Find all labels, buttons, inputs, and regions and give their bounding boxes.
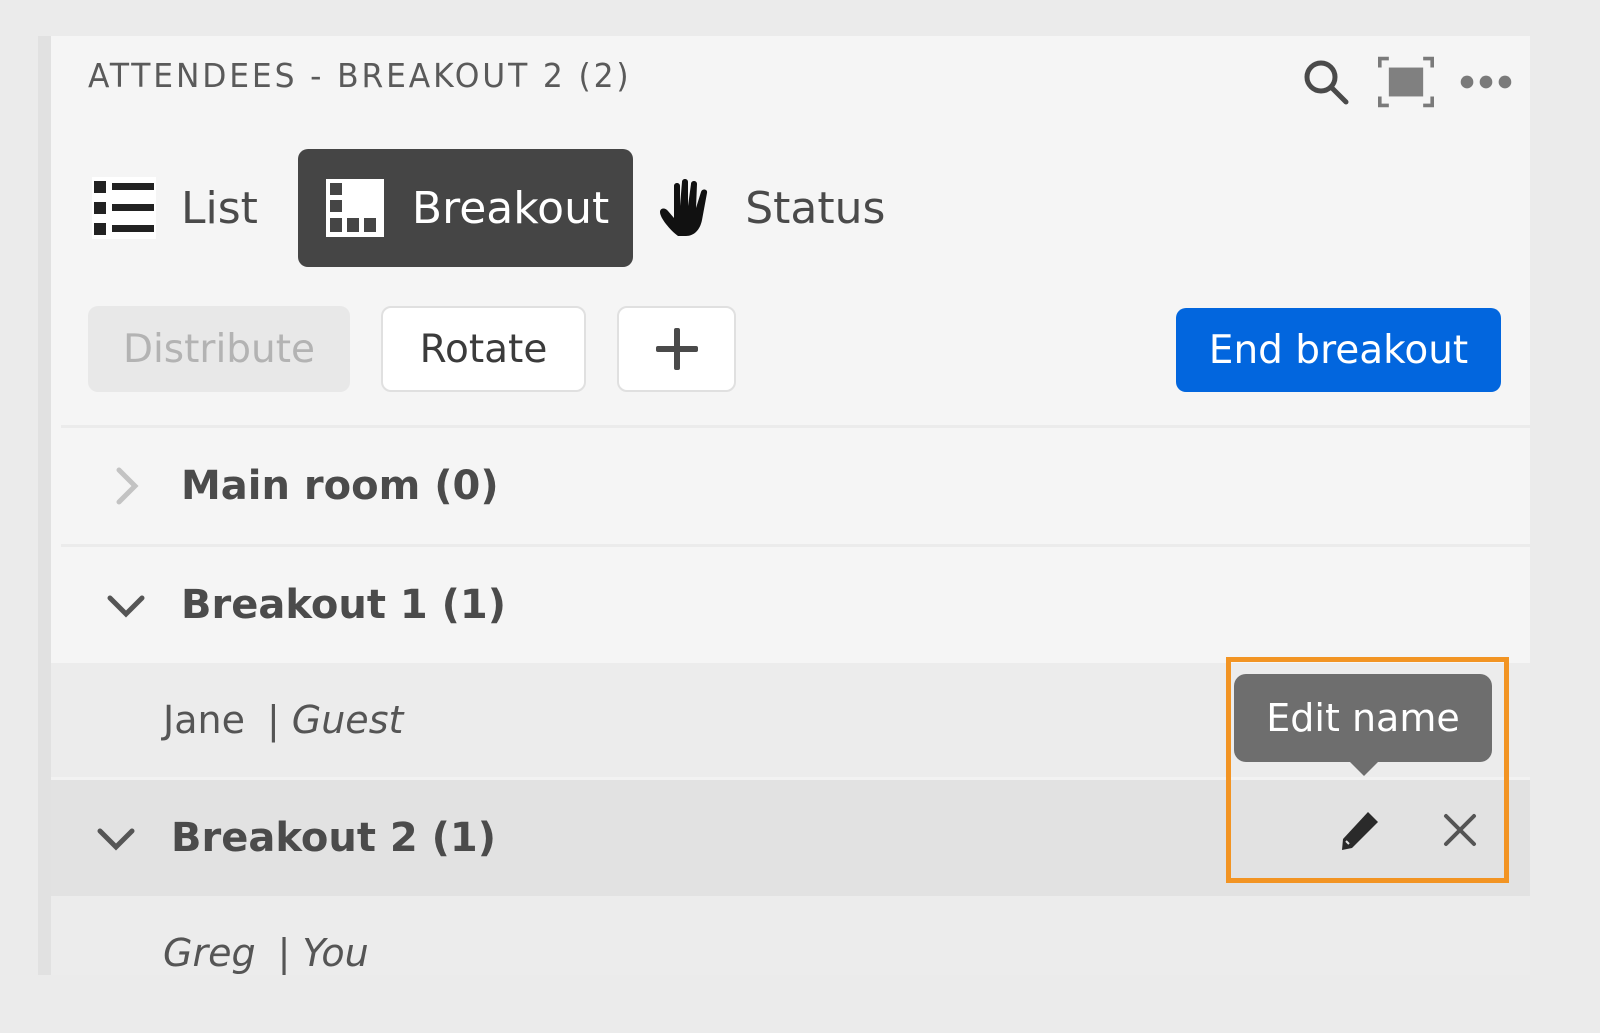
add-room-button[interactable] xyxy=(617,306,736,392)
distribute-button[interactable]: Distribute xyxy=(88,306,350,392)
tab-list-label: List xyxy=(181,182,258,234)
room-name: Breakout 2 (1) xyxy=(171,815,497,861)
list-icon xyxy=(89,173,159,243)
plus-icon xyxy=(655,328,698,370)
tab-status-label: Status xyxy=(745,182,886,234)
breakout-grid-icon xyxy=(320,173,390,243)
view-tabs: List Breakout Status xyxy=(89,148,909,268)
attendees-panel: ATTENDEES - BREAKOUT 2 (2) List Breakout xyxy=(38,36,1530,975)
attendee-role: Guest xyxy=(291,698,404,742)
tab-breakout-label: Breakout xyxy=(411,182,610,234)
tab-list[interactable]: List xyxy=(89,149,282,267)
room-row-main[interactable]: Main room (0) xyxy=(61,425,1530,544)
attendee-label: Greg | You xyxy=(163,931,369,975)
room-name: Breakout 1 (1) xyxy=(181,582,507,628)
room-name: Main room (0) xyxy=(181,463,499,509)
search-icon[interactable] xyxy=(1298,54,1354,110)
rotate-button[interactable]: Rotate xyxy=(381,306,586,392)
breakout-actions: Distribute Rotate End breakout xyxy=(88,306,1501,394)
chevron-right-icon[interactable] xyxy=(101,461,151,511)
attendee-name: Jane xyxy=(163,698,245,742)
raised-hand-icon xyxy=(653,173,723,243)
attendee-row[interactable]: Greg | You xyxy=(51,896,1530,975)
edit-name-tooltip: Edit name xyxy=(1234,674,1492,776)
separator: | xyxy=(266,698,280,742)
panel-title: ATTENDEES - BREAKOUT 2 (2) xyxy=(88,56,632,95)
fullscreen-icon[interactable] xyxy=(1378,54,1434,110)
attendee-name: Greg xyxy=(163,931,256,975)
close-icon[interactable] xyxy=(1430,800,1490,860)
separator: | xyxy=(277,931,291,975)
attendee-role: You xyxy=(302,931,369,975)
header-toolbar xyxy=(1298,54,1514,110)
room-row-actions xyxy=(1330,800,1490,860)
tab-breakout[interactable]: Breakout xyxy=(297,149,634,267)
chevron-down-icon[interactable] xyxy=(101,580,151,630)
room-row-breakout-2[interactable]: Breakout 2 (1) xyxy=(51,777,1530,896)
room-row-breakout-1[interactable]: Breakout 1 (1) xyxy=(61,544,1530,663)
tab-status[interactable]: Status xyxy=(653,149,909,267)
pencil-icon[interactable] xyxy=(1330,800,1390,860)
chevron-down-icon[interactable] xyxy=(91,813,141,863)
attendee-label: Jane | Guest xyxy=(163,698,403,742)
more-options-icon[interactable] xyxy=(1458,54,1514,110)
end-breakout-button[interactable]: End breakout xyxy=(1176,308,1501,392)
